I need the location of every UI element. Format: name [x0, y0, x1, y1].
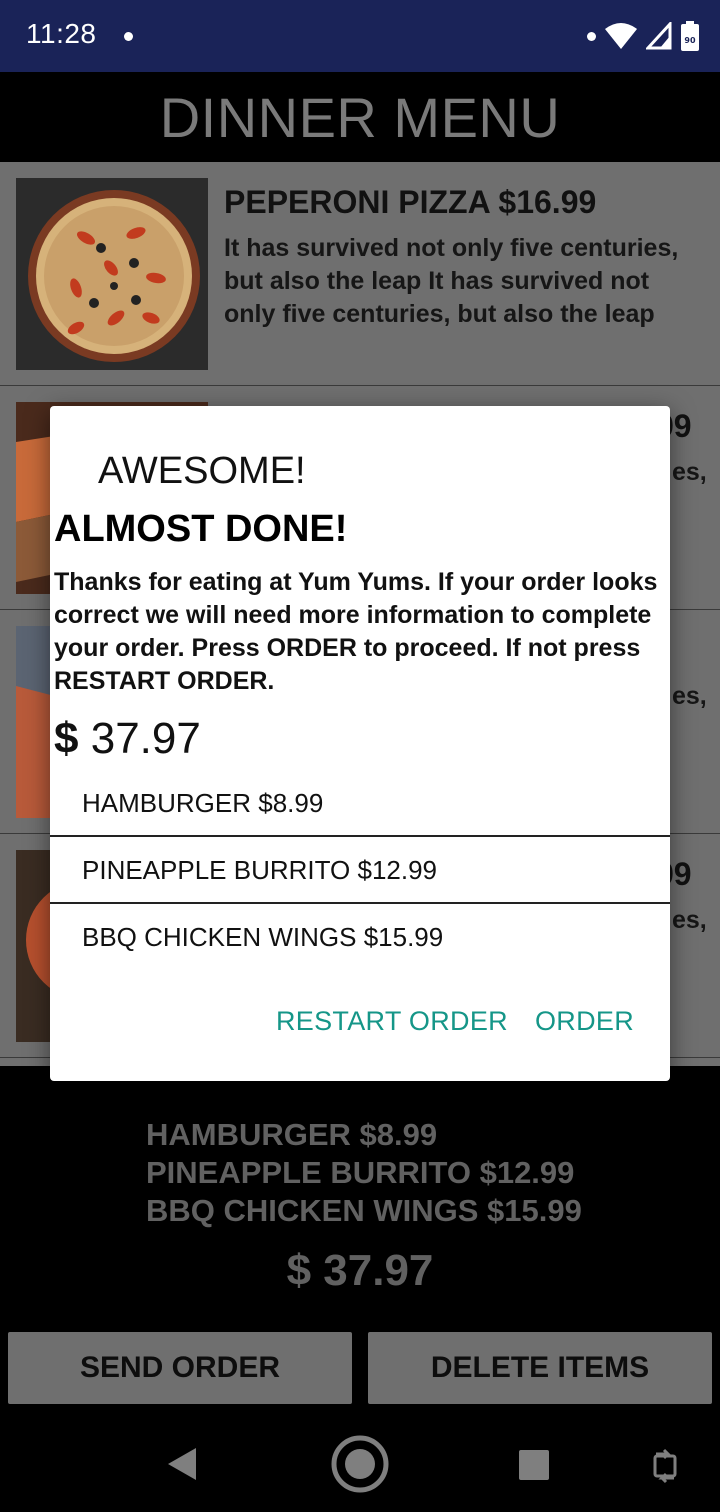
restart-order-button[interactable]: RESTART ORDER — [276, 1006, 508, 1037]
dialog-title: AWESOME! — [98, 450, 306, 492]
battery-level: 90 — [684, 36, 696, 45]
notification-dot-icon — [124, 32, 133, 41]
order-button[interactable]: ORDER — [535, 1006, 634, 1037]
clock: 11:28 — [26, 18, 97, 49]
wifi-icon — [605, 23, 637, 49]
status-bar: 11:28 90 — [0, 0, 720, 72]
list-item[interactable]: PINEAPPLE BURRITO $12.99 — [50, 837, 670, 904]
rotate-icon[interactable] — [652, 1448, 678, 1484]
dialog-total: $ 37.97 — [54, 714, 201, 764]
notification-dot-icon — [587, 31, 596, 41]
home-icon[interactable] — [331, 1435, 389, 1493]
status-icons: 90 — [587, 18, 700, 54]
order-confirm-dialog: AWESOME! ALMOST DONE! Thanks for eating … — [50, 406, 670, 1081]
dialog-item-list: HAMBURGER $8.99 PINEAPPLE BURRITO $12.99… — [50, 770, 670, 971]
list-item[interactable]: BBQ CHICKEN WINGS $15.99 — [50, 904, 670, 971]
system-nav-bar — [0, 1418, 720, 1512]
recents-icon[interactable] — [518, 1449, 550, 1481]
dialog-heading: ALMOST DONE! — [54, 508, 348, 550]
back-icon[interactable] — [166, 1446, 198, 1482]
total-amount: 37.97 — [90, 714, 201, 763]
battery-icon: 90 — [681, 21, 699, 51]
cell-signal-icon — [646, 22, 672, 50]
list-item[interactable]: HAMBURGER $8.99 — [50, 770, 670, 837]
dialog-message: Thanks for eating at Yum Yums. If your o… — [54, 568, 658, 695]
currency-symbol: $ — [54, 714, 79, 763]
